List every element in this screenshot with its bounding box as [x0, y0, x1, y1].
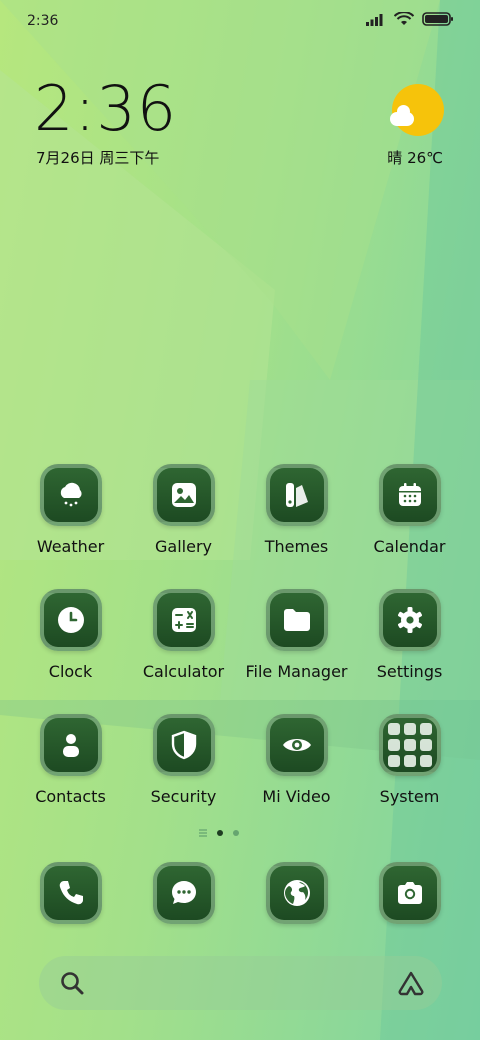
- themes-icon: [285, 483, 308, 507]
- page-dot-active: [217, 830, 223, 836]
- app-settings[interactable]: Settings: [353, 589, 466, 681]
- menu-lines-icon: [199, 829, 207, 837]
- page-dot: [233, 830, 239, 836]
- assistant-icon[interactable]: [396, 970, 426, 996]
- weather-widget-text: 晴 26℃: [387, 149, 443, 167]
- eye-icon: [282, 739, 311, 751]
- status-bar: 2:36: [0, 0, 480, 44]
- wifi-icon: [394, 12, 414, 25]
- dock-messages[interactable]: [127, 862, 240, 924]
- app-label: Calendar: [373, 537, 446, 556]
- app-label: Clock: [48, 662, 93, 681]
- messages-icon: [171, 881, 196, 904]
- search-icon[interactable]: [59, 970, 85, 996]
- folder-icon: [283, 609, 310, 631]
- app-label: Themes: [264, 537, 329, 556]
- app-calculator[interactable]: Calculator: [127, 589, 240, 681]
- app-contacts[interactable]: Contacts: [14, 714, 127, 806]
- search-bar[interactable]: [39, 956, 442, 1010]
- app-label: Security: [150, 787, 217, 806]
- calculator-icon: [171, 608, 196, 632]
- dock-browser[interactable]: [240, 862, 353, 924]
- status-time: 2:36: [27, 13, 59, 29]
- app-weather[interactable]: Weather: [14, 464, 127, 556]
- gear-icon: [397, 607, 422, 633]
- clock-icon: [57, 607, 84, 633]
- app-label: File Manager: [245, 662, 348, 681]
- app-label: Mi Video: [262, 787, 331, 806]
- sun-cloud-icon[interactable]: [390, 84, 444, 136]
- dock-camera[interactable]: [353, 862, 466, 924]
- app-calendar[interactable]: Calendar: [353, 464, 466, 556]
- browser-icon: [283, 880, 310, 906]
- app-gallery[interactable]: Gallery: [127, 464, 240, 556]
- clock-widget-date: 7月26日 周三下午: [36, 149, 160, 167]
- app-security[interactable]: Security: [127, 714, 240, 806]
- app-label: Gallery: [155, 537, 212, 556]
- folder-grid-icon: [378, 714, 441, 776]
- app-label: Settings: [376, 662, 443, 681]
- gallery-icon: [171, 483, 196, 507]
- app-label: System: [379, 787, 440, 806]
- contacts-icon: [62, 734, 79, 757]
- dock-phone[interactable]: [14, 862, 127, 924]
- app-label: Calculator: [142, 662, 225, 681]
- app-file-manager[interactable]: File Manager: [240, 589, 353, 681]
- shield-icon: [171, 730, 196, 760]
- calendar-icon: [398, 483, 421, 506]
- camera-icon: [397, 882, 422, 904]
- app-label: Weather: [36, 537, 105, 556]
- weather-icon: [60, 482, 82, 507]
- battery-icon: [422, 12, 453, 26]
- phone-icon: [59, 881, 83, 905]
- app-label: Contacts: [35, 787, 106, 806]
- app-themes[interactable]: Themes: [240, 464, 353, 556]
- clock-widget-time[interactable]: 2:36: [34, 78, 177, 140]
- app-system-folder[interactable]: System: [353, 714, 466, 806]
- signal-icon: [366, 14, 383, 26]
- app-clock[interactable]: Clock: [14, 589, 127, 681]
- app-mi-video[interactable]: Mi Video: [240, 714, 353, 806]
- page-indicator[interactable]: [199, 829, 239, 837]
